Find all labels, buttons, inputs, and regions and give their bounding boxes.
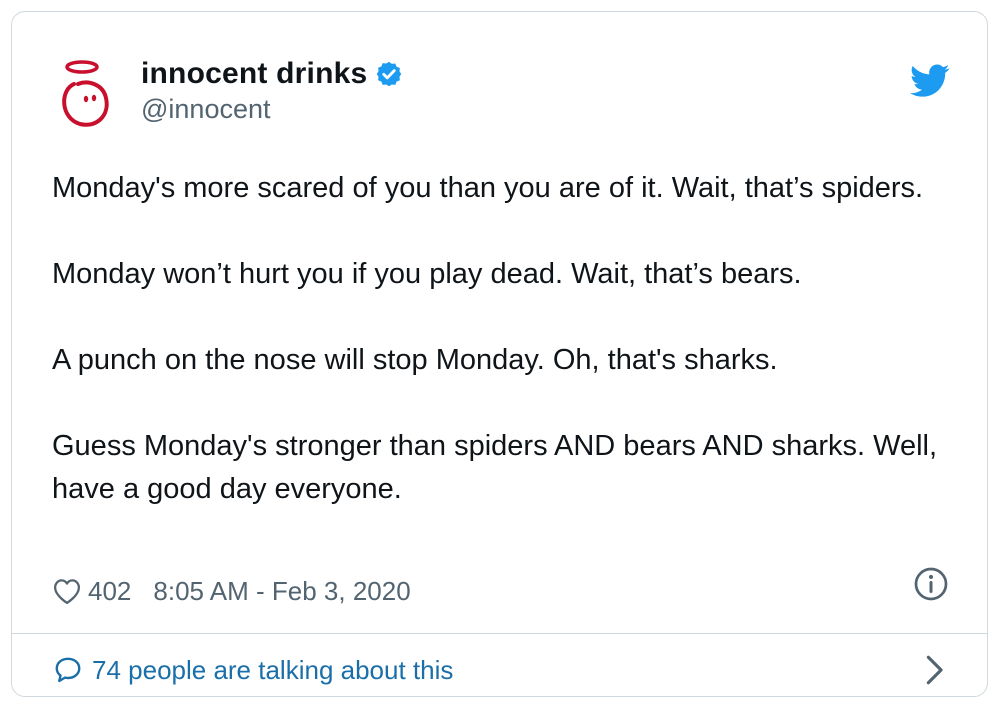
author-name[interactable]: innocent drinks <box>141 57 367 91</box>
tweet-paragraph: Monday won’t hurt you if you play dead. … <box>52 258 802 290</box>
conversation-link[interactable]: 74 people are talking about this <box>52 652 453 688</box>
chevron-right-icon[interactable] <box>919 653 949 687</box>
innocent-logo-icon <box>62 60 109 127</box>
tweet-paragraph: Monday's more scared of you than you are… <box>52 172 924 204</box>
author-name-row[interactable]: innocent drinks <box>141 54 403 94</box>
verified-badge-icon <box>375 60 403 88</box>
tweet-embed-card[interactable]: innocent drinks @innocent Monday's more … <box>11 11 988 697</box>
twitter-bird-icon[interactable] <box>910 64 950 98</box>
avatar[interactable] <box>52 54 132 134</box>
divider <box>12 633 987 634</box>
tweet-meta: 402 8:05 AM - Feb 3, 2020 <box>52 572 411 610</box>
tweet-paragraph: A punch on the nose will stop Monday. Oh… <box>52 344 778 376</box>
heart-icon[interactable] <box>52 577 82 605</box>
speech-bubble-icon <box>52 655 84 685</box>
info-icon[interactable] <box>913 566 949 602</box>
tweet-text: Monday's more scared of you than you are… <box>52 167 952 511</box>
like-count[interactable]: 402 <box>88 576 131 607</box>
tweet-paragraph: Guess Monday's stronger than spiders AND… <box>52 430 938 505</box>
conversation-label[interactable]: 74 people are talking about this <box>92 655 453 686</box>
author-handle[interactable]: @innocent <box>141 94 271 125</box>
tweet-timestamp[interactable]: 8:05 AM - Feb 3, 2020 <box>153 576 410 607</box>
